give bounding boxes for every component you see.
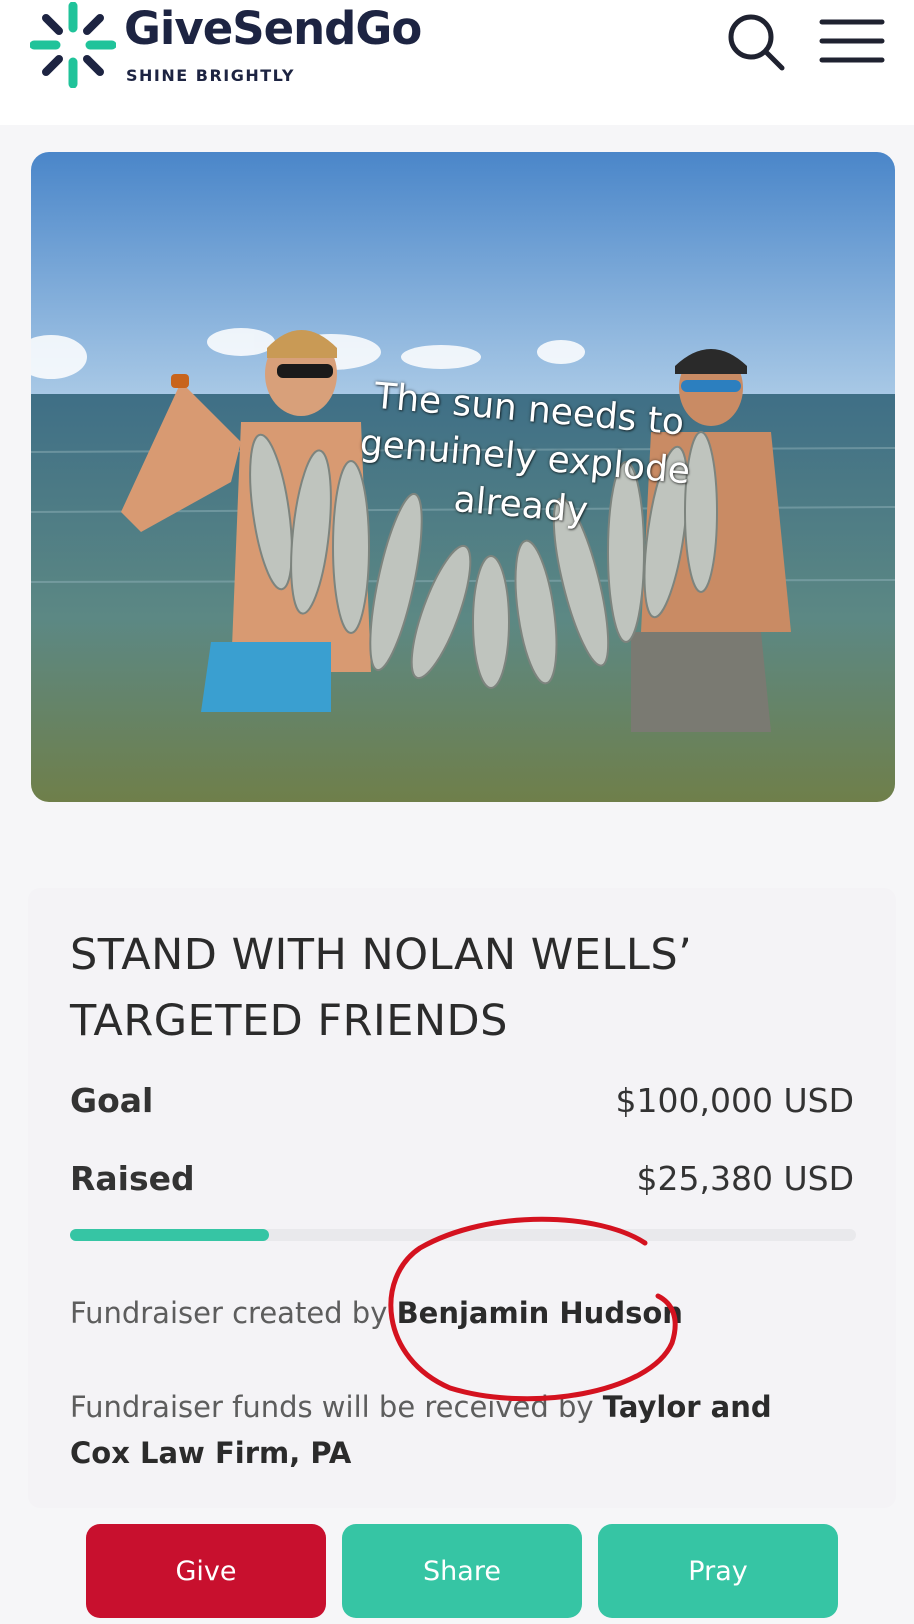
hamburger-menu-icon[interactable] (818, 14, 886, 68)
logo-tagline: SHINE BRIGHTLY (126, 66, 295, 85)
site-header: GiveSendGo SHINE BRIGHTLY (0, 0, 914, 125)
goal-label: Goal (70, 1081, 154, 1120)
pray-button[interactable]: Pray (598, 1524, 838, 1618)
recipient-prefix: Fundraiser funds will be received by (70, 1390, 603, 1424)
creator-name[interactable]: Benjamin Hudson (397, 1296, 683, 1330)
share-button[interactable]: Share (342, 1524, 582, 1618)
raised-label: Raised (70, 1159, 195, 1198)
progress-bar (70, 1229, 856, 1241)
progress-fill (70, 1229, 270, 1241)
logo-burst-icon (30, 2, 116, 88)
goal-value: $100,000 USD (615, 1081, 854, 1120)
logo-wordmark: GiveSendGo (124, 2, 422, 55)
creator-line: Fundraiser created by Benjamin Hudson (70, 1296, 683, 1330)
raised-value: $25,380 USD (636, 1159, 854, 1198)
fundraiser-title: STAND WITH NOLAN WELLS’ TARGETED FRIENDS (70, 930, 693, 1046)
give-button[interactable]: Give (86, 1524, 326, 1618)
site-logo[interactable]: GiveSendGo SHINE BRIGHTLY (30, 2, 490, 90)
search-icon[interactable] (724, 10, 788, 74)
recipient-line: Fundraiser funds will be received by Tay… (70, 1384, 830, 1476)
creator-prefix: Fundraiser created by (70, 1296, 397, 1330)
